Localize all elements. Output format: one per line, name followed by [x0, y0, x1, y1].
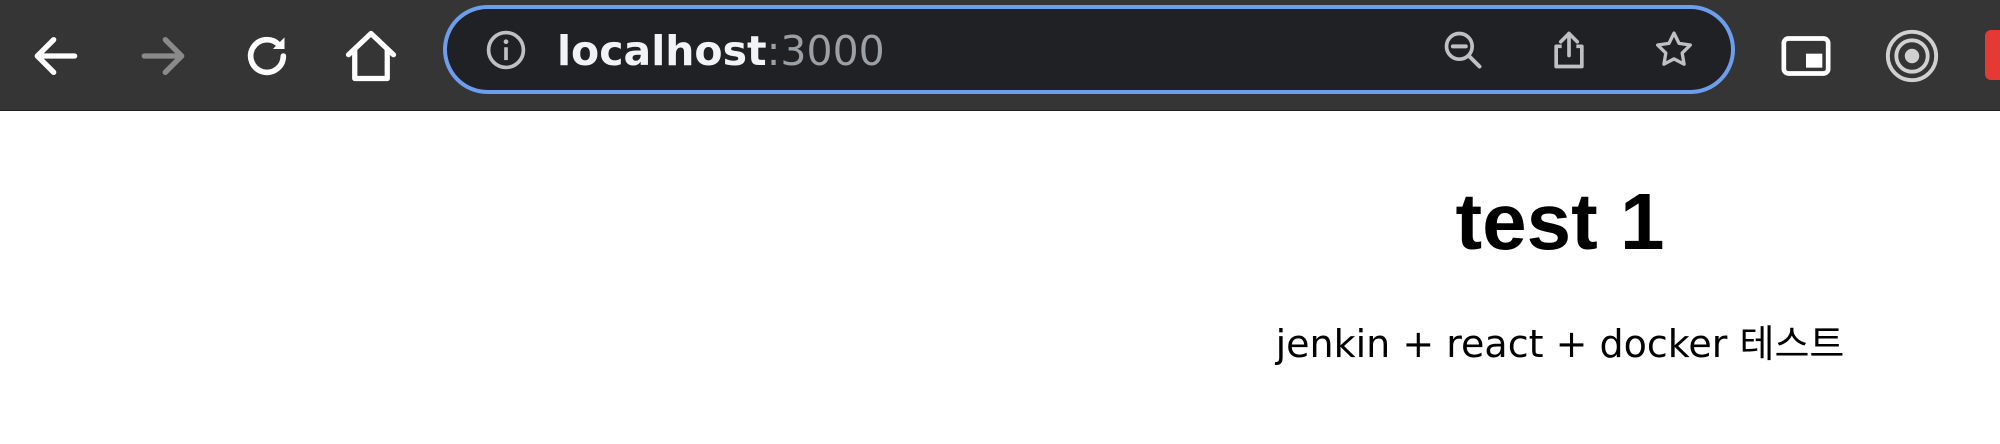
- info-icon: [486, 30, 526, 70]
- back-button[interactable]: [21, 21, 91, 91]
- reload-button[interactable]: [232, 21, 302, 91]
- arrow-left-icon: [34, 36, 78, 76]
- site-info-button[interactable]: [484, 28, 528, 72]
- picture-in-picture-icon: [1781, 36, 1831, 76]
- zoom-button[interactable]: [1441, 28, 1485, 72]
- page-title: test 1: [1455, 177, 1665, 266]
- bookmark-button[interactable]: [1652, 28, 1696, 72]
- star-icon: [1656, 31, 1692, 66]
- page-description: jenkin + react + docker 테스트: [1275, 322, 1845, 366]
- picture-in-picture-button[interactable]: [1771, 21, 1841, 91]
- url-port: :3000: [766, 27, 885, 75]
- share-icon: [1554, 31, 1584, 69]
- arrow-right-icon: [141, 36, 185, 76]
- zoom-out-icon: [1444, 31, 1482, 69]
- radio-target-icon: [1885, 29, 1939, 83]
- home-icon: [345, 30, 397, 82]
- browser-toolbar: localhost:3000: [0, 0, 2000, 111]
- home-button[interactable]: [336, 21, 406, 91]
- page-content: test 1 jenkin + react + docker 테스트: [0, 111, 2000, 444]
- url-text[interactable]: localhost:3000: [557, 23, 885, 79]
- extension-button[interactable]: [1877, 21, 1947, 91]
- forward-button[interactable]: [128, 21, 198, 91]
- url-host: localhost: [557, 27, 767, 75]
- extension-badge-icon[interactable]: [1985, 30, 2000, 80]
- reload-icon: [247, 36, 287, 76]
- address-bar[interactable]: localhost:3000: [443, 5, 1735, 94]
- share-button[interactable]: [1547, 28, 1591, 72]
